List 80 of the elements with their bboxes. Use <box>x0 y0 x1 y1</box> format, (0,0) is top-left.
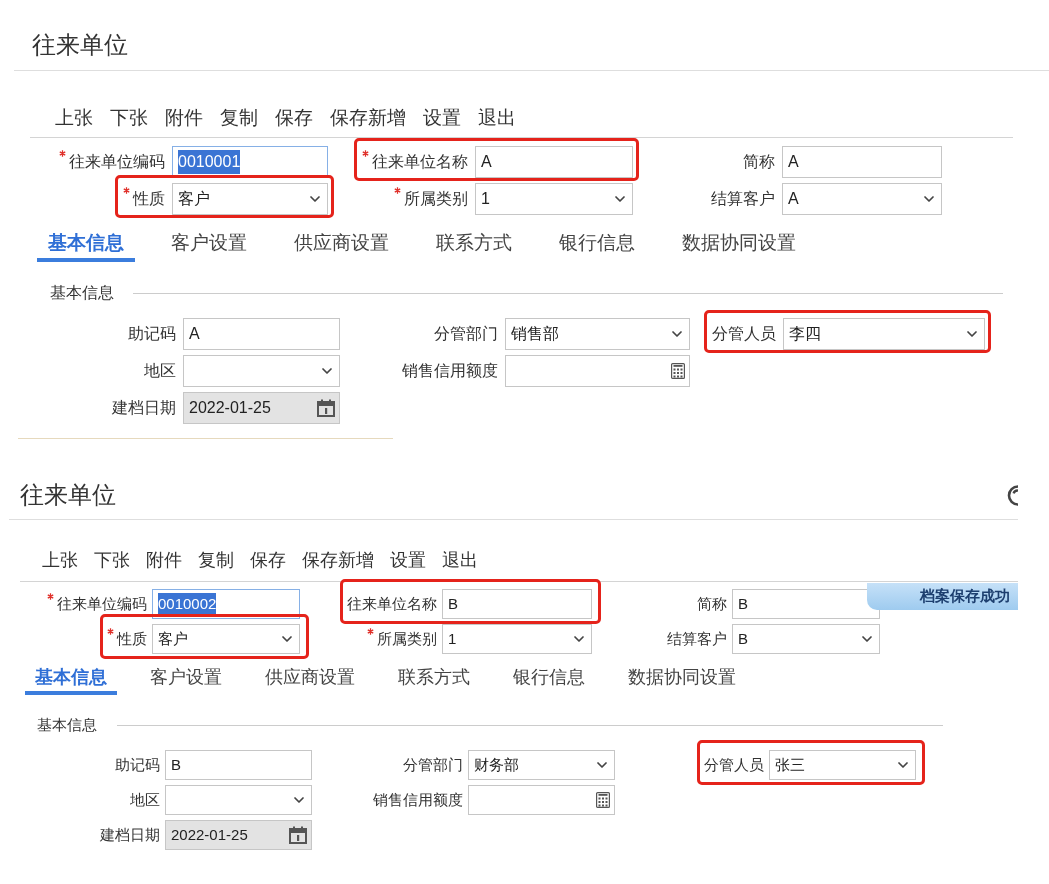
toolbar-button[interactable]: 上张 <box>55 106 93 130</box>
field-label: 分管部门 <box>403 754 463 775</box>
dropdown[interactable]: 张三 <box>769 750 916 780</box>
text-field[interactable]: B <box>732 589 880 619</box>
section-title: 基本信息 <box>37 715 97 735</box>
text-field[interactable]: A <box>183 318 340 350</box>
toolbar-button[interactable]: 上张 <box>42 549 78 571</box>
toolbar-button[interactable]: 复制 <box>220 106 258 130</box>
toolbar-button[interactable]: 保存新增 <box>330 106 406 130</box>
tab[interactable]: 银行信息 <box>503 666 595 695</box>
toolbar-button[interactable]: 设置 <box>390 549 426 571</box>
number-field[interactable] <box>505 355 690 387</box>
field-label: 分管部门 <box>434 324 498 344</box>
tab[interactable]: 客户设置 <box>160 231 258 262</box>
field-label: 往来单位编码 <box>69 152 165 172</box>
dropdown[interactable]: 财务部 <box>468 750 615 780</box>
text-field[interactable]: A <box>475 146 633 178</box>
tab[interactable]: 基本信息 <box>25 666 117 695</box>
number-field[interactable] <box>468 785 615 815</box>
field-label: 建档日期 <box>100 824 160 845</box>
field-label: 分管人员 <box>712 324 776 344</box>
field-label: 简称 <box>697 593 727 614</box>
tab[interactable]: 联系方式 <box>388 666 480 695</box>
field-label: 结算客户 <box>711 189 775 209</box>
tab[interactable]: 供应商设置 <box>255 666 365 695</box>
toolbar-button[interactable]: 设置 <box>423 106 461 130</box>
field-label: 建档日期 <box>112 398 176 418</box>
dropdown[interactable]: B <box>732 624 880 654</box>
field-label: 助记码 <box>128 324 176 344</box>
field-label: 所属类别 <box>377 628 437 649</box>
text-field[interactable]: B <box>442 589 592 619</box>
field-label: 分管人员 <box>704 754 764 775</box>
toolbar-button[interactable]: 退出 <box>478 106 516 130</box>
tab[interactable]: 联系方式 <box>425 231 523 262</box>
dropdown[interactable]: A <box>782 183 942 215</box>
toolbar-button[interactable]: 保存 <box>275 106 313 130</box>
tab[interactable]: 供应商设置 <box>283 231 400 262</box>
field-label: 往来单位名称 <box>372 152 468 172</box>
toolbar-button[interactable]: 下张 <box>94 549 130 571</box>
field-label: 结算客户 <box>667 628 727 649</box>
dropdown[interactable]: 1 <box>475 183 633 215</box>
toolbar-button[interactable]: 下张 <box>110 106 148 130</box>
toast-message: 档案保存成功 <box>867 583 1018 610</box>
text-field[interactable]: 0010002 <box>152 589 300 619</box>
toolbar-button[interactable]: 复制 <box>198 549 234 571</box>
tab[interactable]: 数据协同设置 <box>618 666 746 695</box>
field-label: 地区 <box>130 789 160 810</box>
field-label: 助记码 <box>115 754 160 775</box>
field-label: 性质 <box>117 628 147 649</box>
dropdown[interactable]: 客户 <box>152 624 300 654</box>
toolbar-button[interactable]: 附件 <box>146 549 182 571</box>
tab[interactable]: 银行信息 <box>548 231 646 262</box>
calculator-icon[interactable] <box>671 363 685 379</box>
field-label: 所属类别 <box>404 189 468 209</box>
tab[interactable]: 数据协同设置 <box>671 231 807 262</box>
text-field[interactable]: B <box>165 750 312 780</box>
field-label: 销售信用额度 <box>402 361 498 381</box>
calculator-icon[interactable] <box>596 792 610 808</box>
field-label: 地区 <box>144 361 176 381</box>
text-field[interactable]: A <box>782 146 942 178</box>
page-title: 往来单位 <box>20 480 116 510</box>
help-icon[interactable] <box>1005 484 1018 506</box>
toolbar-button[interactable]: 保存新增 <box>302 549 374 571</box>
field-label: 销售信用额度 <box>373 789 463 810</box>
field-label: 往来单位名称 <box>347 593 437 614</box>
section-title: 基本信息 <box>50 283 114 303</box>
field-label: 往来单位编码 <box>57 593 147 614</box>
tab[interactable]: 客户设置 <box>140 666 232 695</box>
dropdown[interactable]: 1 <box>442 624 592 654</box>
text-field[interactable]: 0010001 <box>172 146 328 178</box>
page-title: 往来单位 <box>32 30 128 60</box>
field-label: 简称 <box>743 152 775 172</box>
dropdown[interactable]: 李四 <box>783 318 985 350</box>
toolbar-button[interactable]: 退出 <box>442 549 478 571</box>
field-label: 性质 <box>133 189 165 209</box>
toolbar-button[interactable]: 附件 <box>165 106 203 130</box>
dropdown[interactable]: 销售部 <box>505 318 690 350</box>
toolbar-button[interactable]: 保存 <box>250 549 286 571</box>
tab[interactable]: 基本信息 <box>37 231 135 262</box>
dropdown[interactable]: 客户 <box>172 183 328 215</box>
